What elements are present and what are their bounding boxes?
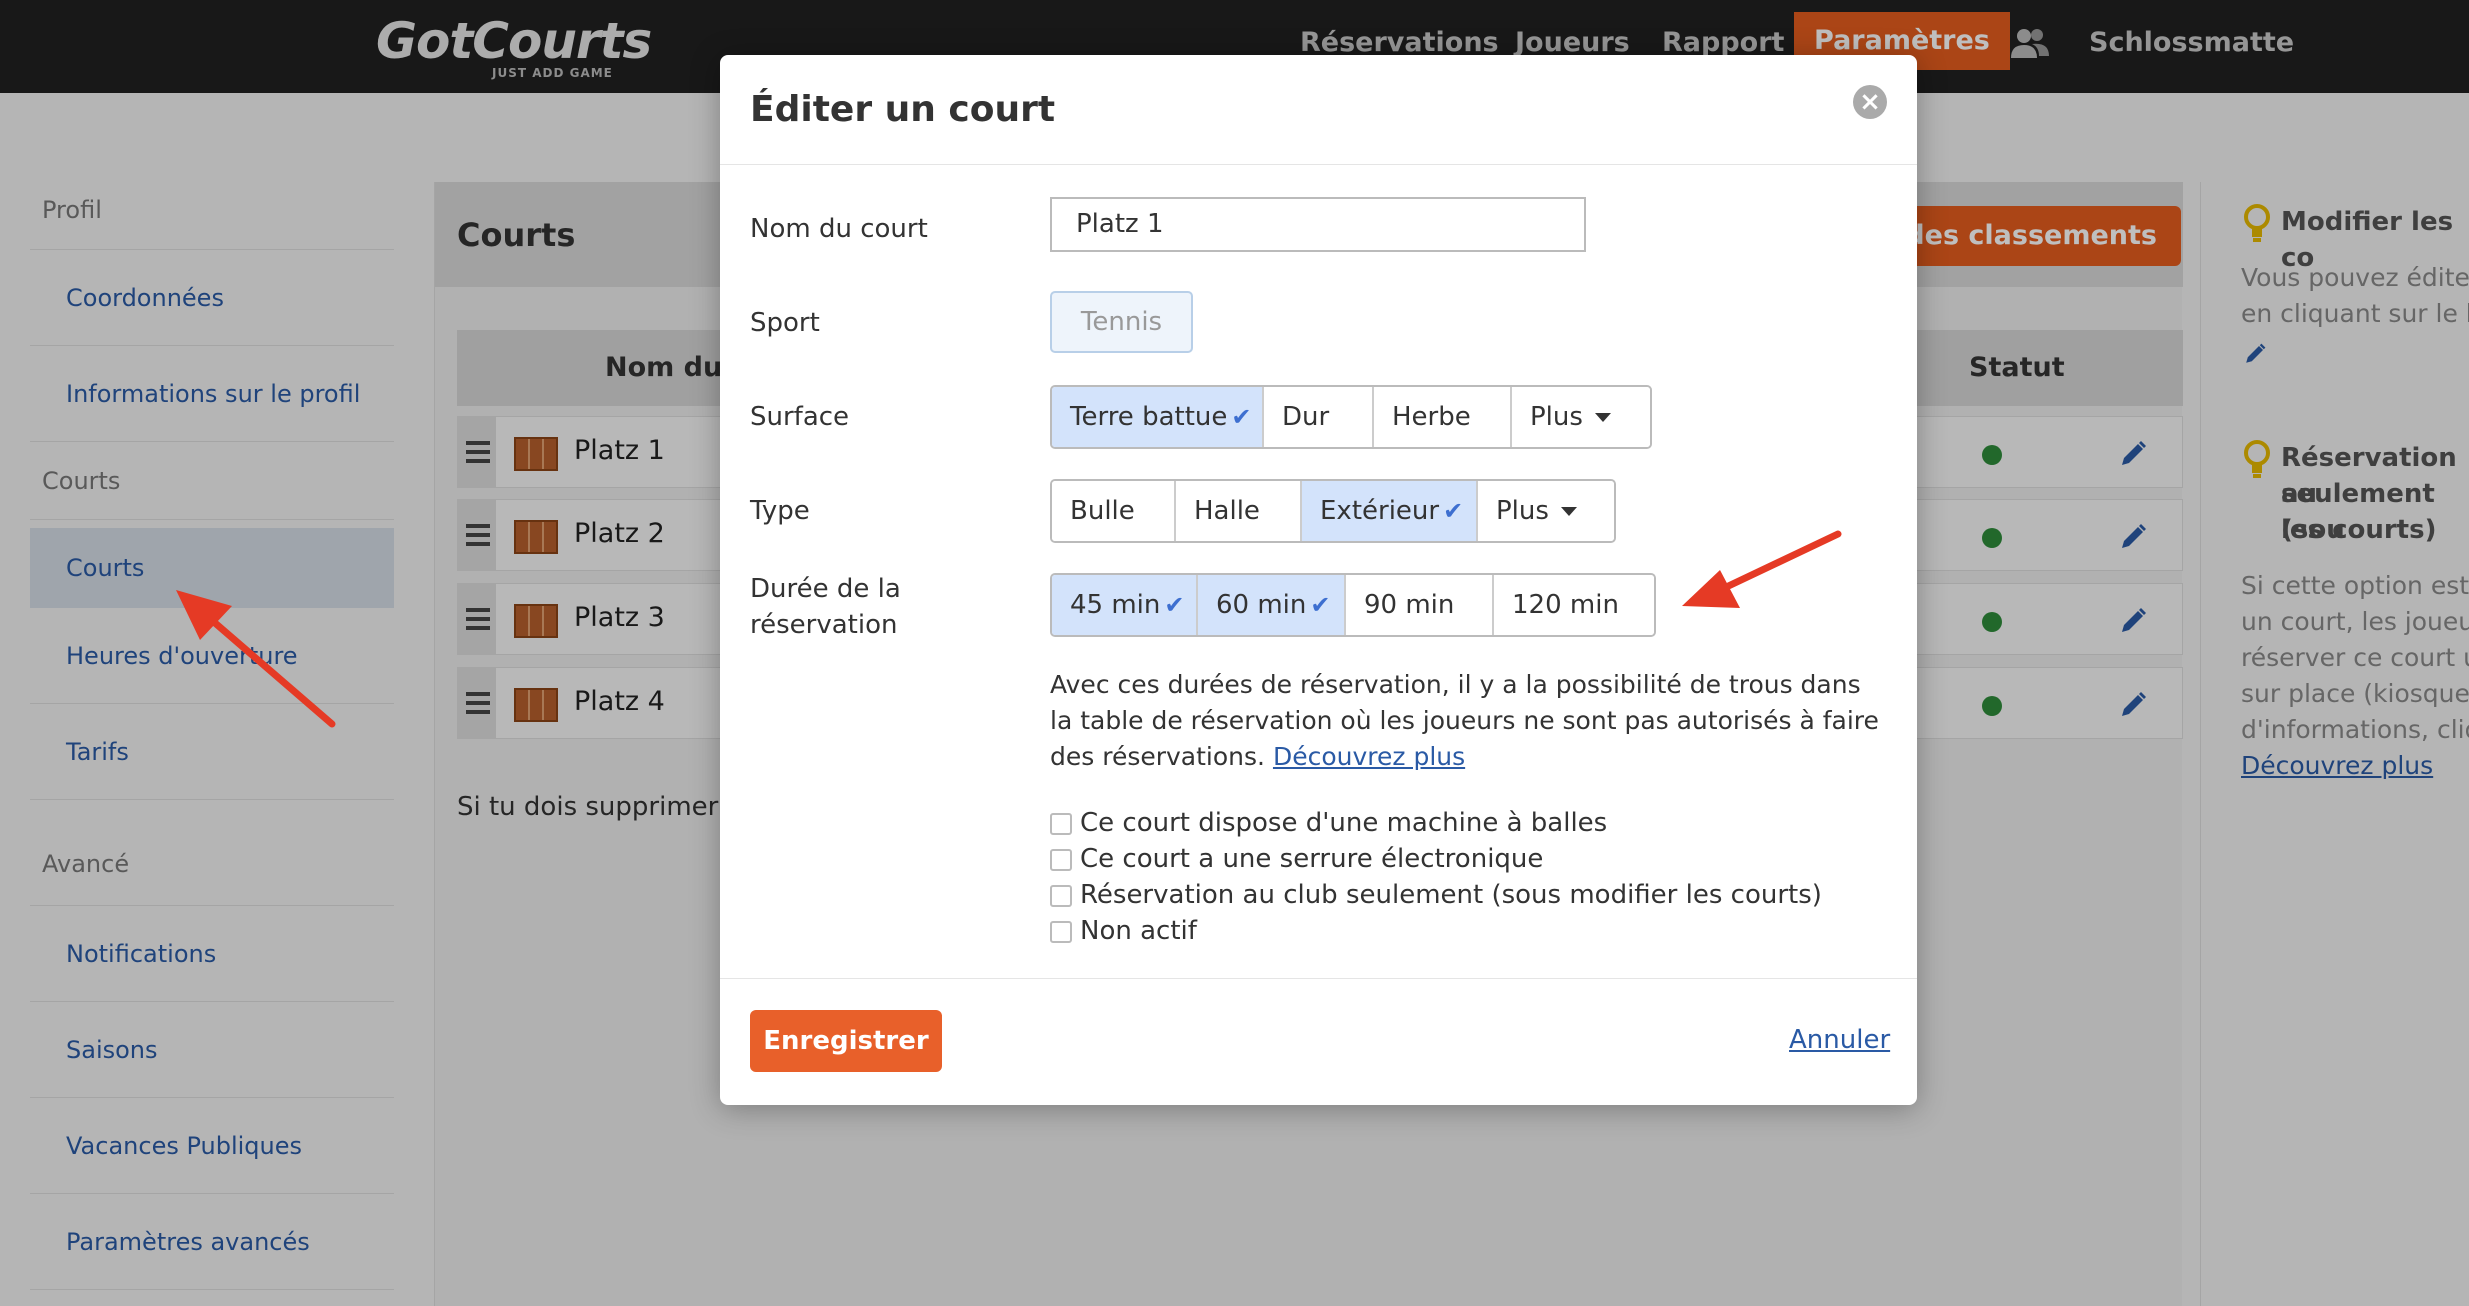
- duration-label: réservation: [750, 610, 898, 640]
- close-icon[interactable]: ×: [1853, 85, 1887, 119]
- court-name-input[interactable]: Platz 1: [1050, 197, 1586, 252]
- type-option-label: Plus: [1496, 496, 1549, 526]
- type-more-dropdown[interactable]: Plus: [1478, 481, 1614, 541]
- checkbox-label: Ce court a une serrure électronique: [1080, 844, 1544, 874]
- type-selector: Bulle Halle Extérieur ✔ Plus: [1050, 479, 1616, 543]
- duration-option-label: 90 min: [1364, 590, 1455, 620]
- type-option-label: Bulle: [1070, 496, 1135, 526]
- checkbox-icon[interactable]: [1050, 812, 1072, 835]
- duration-option-label: 45 min: [1070, 590, 1161, 620]
- checkbox-club-only[interactable]: Réservation au club seulement (sous modi…: [1050, 877, 1822, 913]
- checkmark-icon: ✔: [1164, 591, 1185, 619]
- checkmark-icon: ✔: [1231, 403, 1252, 431]
- duration-option-120[interactable]: 120 min: [1494, 575, 1654, 635]
- type-option-label: Halle: [1194, 496, 1260, 526]
- duration-selector: 45 min ✔ 60 min ✔ 90 min 120 min: [1050, 573, 1656, 637]
- annotation-arrow-icon: [1682, 530, 1842, 608]
- type-option-exterieur[interactable]: Extérieur ✔: [1302, 481, 1478, 541]
- caret-down-icon: [1594, 413, 1611, 422]
- duration-option-90[interactable]: 90 min: [1346, 575, 1494, 635]
- duration-option-label: 60 min: [1216, 590, 1307, 620]
- checkbox-label: Non actif: [1080, 916, 1197, 946]
- type-label: Type: [750, 496, 810, 526]
- surface-option-label: Terre battue: [1070, 402, 1228, 432]
- surface-option-label: Plus: [1530, 402, 1583, 432]
- learn-more-link[interactable]: Découvrez plus: [1273, 742, 1465, 771]
- checkbox-label: Réservation au club seulement (sous modi…: [1080, 880, 1822, 910]
- save-button[interactable]: Enregistrer: [750, 1010, 942, 1072]
- type-option-halle[interactable]: Halle: [1176, 481, 1302, 541]
- surface-option-label: Dur: [1282, 402, 1330, 432]
- surface-option-terre-battue[interactable]: Terre battue ✔: [1052, 387, 1264, 447]
- duration-label: Durée de la: [750, 574, 901, 604]
- checkmark-icon: ✔: [1310, 591, 1331, 619]
- surface-more-dropdown[interactable]: Plus: [1512, 387, 1650, 447]
- checkbox-icon[interactable]: [1050, 884, 1072, 907]
- caret-down-icon: [1560, 507, 1577, 516]
- cancel-link[interactable]: Annuler: [1789, 1025, 1890, 1055]
- modal-title: Éditer un court: [750, 89, 1056, 130]
- sport-field: Tennis: [1050, 291, 1193, 353]
- type-option-label: Extérieur: [1320, 496, 1440, 526]
- duration-help-text: Avec ces durées de réservation, il y a l…: [1050, 667, 1880, 775]
- duration-option-45[interactable]: 45 min ✔: [1052, 575, 1198, 635]
- type-option-bulle[interactable]: Bulle: [1052, 481, 1176, 541]
- sport-label: Sport: [750, 308, 820, 338]
- modal-header: Éditer un court ×: [720, 55, 1917, 165]
- checkmark-icon: ✔: [1443, 497, 1464, 525]
- surface-option-label: Herbe: [1392, 402, 1471, 432]
- checkbox-electronic-lock[interactable]: Ce court a une serrure électronique: [1050, 841, 1543, 877]
- checkbox-icon[interactable]: [1050, 848, 1072, 871]
- duration-option-60[interactable]: 60 min ✔: [1198, 575, 1346, 635]
- court-name-label: Nom du court: [750, 214, 928, 244]
- checkbox-icon[interactable]: [1050, 920, 1072, 943]
- surface-label: Surface: [750, 402, 850, 432]
- surface-option-dur[interactable]: Dur: [1264, 387, 1374, 447]
- checkbox-label: Ce court dispose d'une machine à balles: [1080, 808, 1608, 838]
- checkbox-ball-machine[interactable]: Ce court dispose d'une machine à balles: [1050, 805, 1607, 841]
- surface-option-herbe[interactable]: Herbe: [1374, 387, 1512, 447]
- annotation-arrow-icon: [176, 590, 336, 728]
- surface-selector: Terre battue ✔ Dur Herbe Plus: [1050, 385, 1652, 449]
- checkbox-inactive[interactable]: Non actif: [1050, 913, 1197, 949]
- duration-option-label: 120 min: [1512, 590, 1619, 620]
- modal-footer: Enregistrer Annuler: [720, 978, 1917, 1105]
